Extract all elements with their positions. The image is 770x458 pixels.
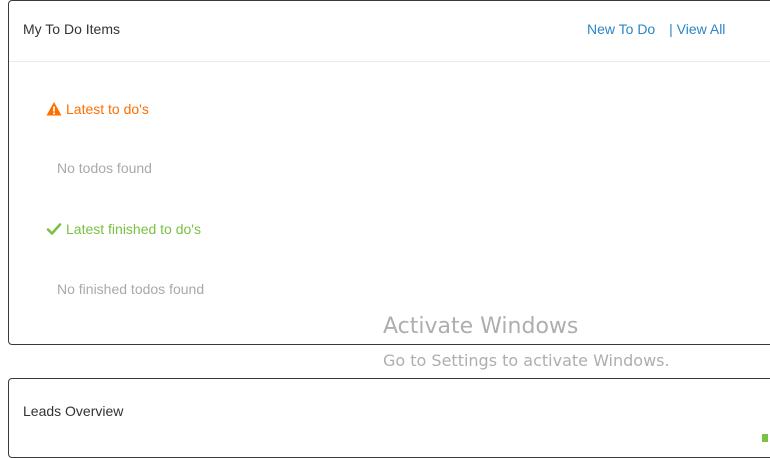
latest-todos-heading: Latest to do's [46, 101, 149, 117]
latest-finished-heading: Latest finished to do's [46, 221, 201, 237]
panel-title: My To Do Items [23, 21, 120, 37]
todo-panel: My To Do Items New To Do | View All Late… [8, 0, 770, 345]
leads-overview-panel: Leads Overview [8, 378, 770, 458]
latest-finished-heading-label: Latest finished to do's [66, 221, 201, 237]
new-todo-link[interactable]: New To Do [587, 21, 655, 37]
warning-triangle-icon [46, 102, 62, 116]
no-todos-message: No todos found [57, 160, 152, 176]
leads-overview-title: Leads Overview [23, 403, 124, 419]
watermark-subtitle: Go to Settings to activate Windows. [383, 351, 670, 370]
view-all-link[interactable]: View All [677, 21, 726, 37]
no-finished-todos-message: No finished todos found [57, 281, 205, 297]
todo-panel-header: My To Do Items New To Do | View All [9, 1, 770, 62]
link-separator: | [669, 21, 673, 37]
latest-todos-heading-label: Latest to do's [66, 101, 149, 117]
header-links: New To Do | View All [587, 21, 725, 37]
checkmark-icon [46, 223, 62, 235]
